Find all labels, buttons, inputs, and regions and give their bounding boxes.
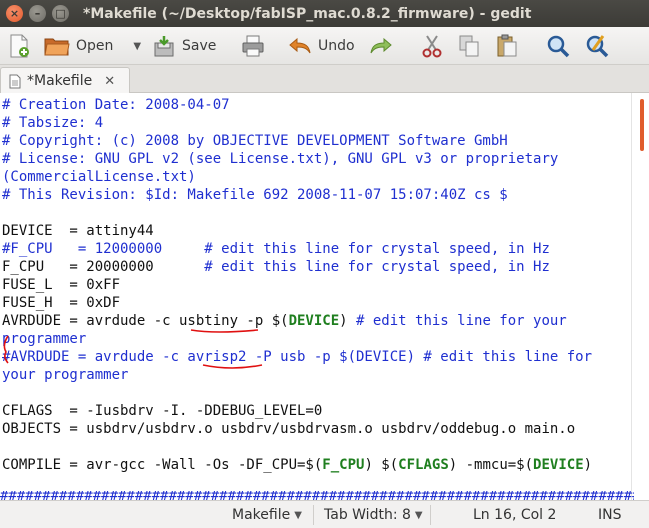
undo-label: Undo bbox=[318, 38, 355, 54]
code-line: FUSE_H = 0xDF bbox=[2, 295, 121, 311]
code-line: CFLAGS = -Iusbdrv -I. -DDEBUG_LEVEL=0 bbox=[2, 403, 323, 419]
code-line: # This Revision: $Id: Makefile 692 2008-… bbox=[2, 187, 508, 203]
code-line: #AVRDUDE = avrdude -c avrisp2 -P usb -p … bbox=[2, 349, 593, 365]
copy-button[interactable] bbox=[458, 32, 480, 60]
minimize-window-button[interactable]: – bbox=[29, 5, 46, 22]
find-icon bbox=[547, 35, 570, 58]
text-editor[interactable]: # Creation Date: 2008-04-07 # Tabsize: 4 #… bbox=[0, 93, 649, 500]
minimize-icon: – bbox=[34, 7, 41, 20]
open-dropdown-icon[interactable]: ▼ bbox=[133, 41, 141, 52]
open-label: Open bbox=[76, 38, 114, 54]
code-line: # Creation Date: 2008-04-07 bbox=[2, 97, 230, 113]
maximize-icon: □ bbox=[55, 7, 66, 20]
open-folder-icon bbox=[44, 38, 70, 56]
code-line: F_CPU = 20000000 # edit this line for cr… bbox=[2, 259, 550, 275]
code-line: COMPILE = avr-gcc -Wall -Os -DF_CPU=$(F_… bbox=[2, 457, 593, 473]
save-label: Save bbox=[182, 38, 217, 54]
tab-width-label: Tab Width: 8 bbox=[324, 507, 411, 523]
scrollbar-thumb[interactable] bbox=[640, 99, 644, 151]
cursor-position-label: Ln 16, Col 2 bbox=[473, 507, 557, 523]
undo-icon bbox=[289, 37, 311, 54]
status-divider bbox=[313, 505, 314, 525]
find-button[interactable] bbox=[546, 32, 570, 60]
paste-icon bbox=[497, 34, 517, 57]
document-tab-strip: *Makefile ✕ bbox=[0, 65, 649, 94]
insert-mode-indicator: INS bbox=[598, 507, 622, 523]
code-line: # Copyright: (c) 2008 by OBJECTIVE DEVEL… bbox=[2, 133, 508, 149]
language-selector[interactable]: Makefile ▼ bbox=[232, 507, 302, 523]
new-document-icon bbox=[10, 34, 29, 58]
undo-button[interactable]: Undo bbox=[288, 32, 355, 60]
print-icon bbox=[242, 35, 264, 57]
open-button[interactable]: Open ▼ bbox=[44, 32, 141, 60]
close-tab-icon[interactable]: ✕ bbox=[104, 74, 115, 89]
status-divider bbox=[430, 505, 431, 525]
save-icon bbox=[154, 36, 174, 57]
code-line: # Tabsize: 4 bbox=[2, 115, 104, 131]
code-line: AVRDUDE = avrdude -c usbtiny -p $(DEVICE… bbox=[2, 313, 567, 329]
title-bar: × – □ *Makefile (~/Desktop/fabISP_mac.0.… bbox=[0, 0, 649, 27]
redo-button[interactable] bbox=[369, 32, 393, 60]
tab-label: *Makefile bbox=[27, 73, 93, 89]
code-line: DEVICE = attiny44 bbox=[2, 223, 154, 239]
close-icon: × bbox=[9, 7, 20, 20]
maximize-window-button[interactable]: □ bbox=[52, 5, 69, 22]
print-button[interactable] bbox=[241, 32, 265, 60]
cursor-position: Ln 16, Col 2 bbox=[473, 507, 556, 523]
save-button[interactable]: Save bbox=[152, 32, 216, 60]
comment-rule-line: ########################################… bbox=[0, 491, 634, 500]
language-label: Makefile bbox=[232, 507, 291, 523]
insert-mode-label: INS bbox=[598, 507, 622, 523]
tab-width-selector[interactable]: Tab Width: 8 ▼ bbox=[324, 507, 423, 523]
code-line: your programmer bbox=[2, 367, 129, 383]
status-bar: Makefile ▼ Tab Width: 8 ▼ Ln 16, Col 2 I… bbox=[0, 500, 649, 528]
right-margin-line bbox=[631, 93, 632, 500]
tab-width-dropdown-icon: ▼ bbox=[414, 509, 423, 521]
toolbar: Open ▼ Save Undo bbox=[0, 27, 649, 65]
language-dropdown-icon: ▼ bbox=[294, 509, 302, 521]
find-replace-button[interactable] bbox=[585, 32, 609, 60]
code-line: OBJECTS = usbdrv/usbdrv.o usbdrv/usbdrva… bbox=[2, 421, 576, 437]
code-line: (CommercialLicense.txt) bbox=[2, 169, 196, 185]
close-window-button[interactable]: × bbox=[6, 5, 23, 22]
redo-icon bbox=[370, 37, 392, 54]
find-replace-icon bbox=[586, 35, 609, 58]
code-line: #F_CPU = 12000000 # edit this line for c… bbox=[2, 241, 550, 257]
paste-button[interactable] bbox=[496, 32, 518, 60]
code-line: # License: GNU GPL v2 (see License.txt),… bbox=[2, 151, 559, 167]
cut-button[interactable] bbox=[421, 32, 443, 60]
tab-makefile[interactable]: *Makefile ✕ bbox=[0, 67, 130, 94]
code-line: programmer bbox=[2, 331, 87, 347]
document-icon bbox=[9, 74, 21, 88]
copy-icon bbox=[459, 35, 479, 57]
cut-icon bbox=[422, 35, 442, 58]
code-line: FUSE_L = 0xFF bbox=[2, 277, 121, 293]
new-document-button[interactable] bbox=[8, 32, 30, 60]
window-title: *Makefile (~/Desktop/fabISP_mac.0.8.2_fi… bbox=[83, 5, 532, 22]
